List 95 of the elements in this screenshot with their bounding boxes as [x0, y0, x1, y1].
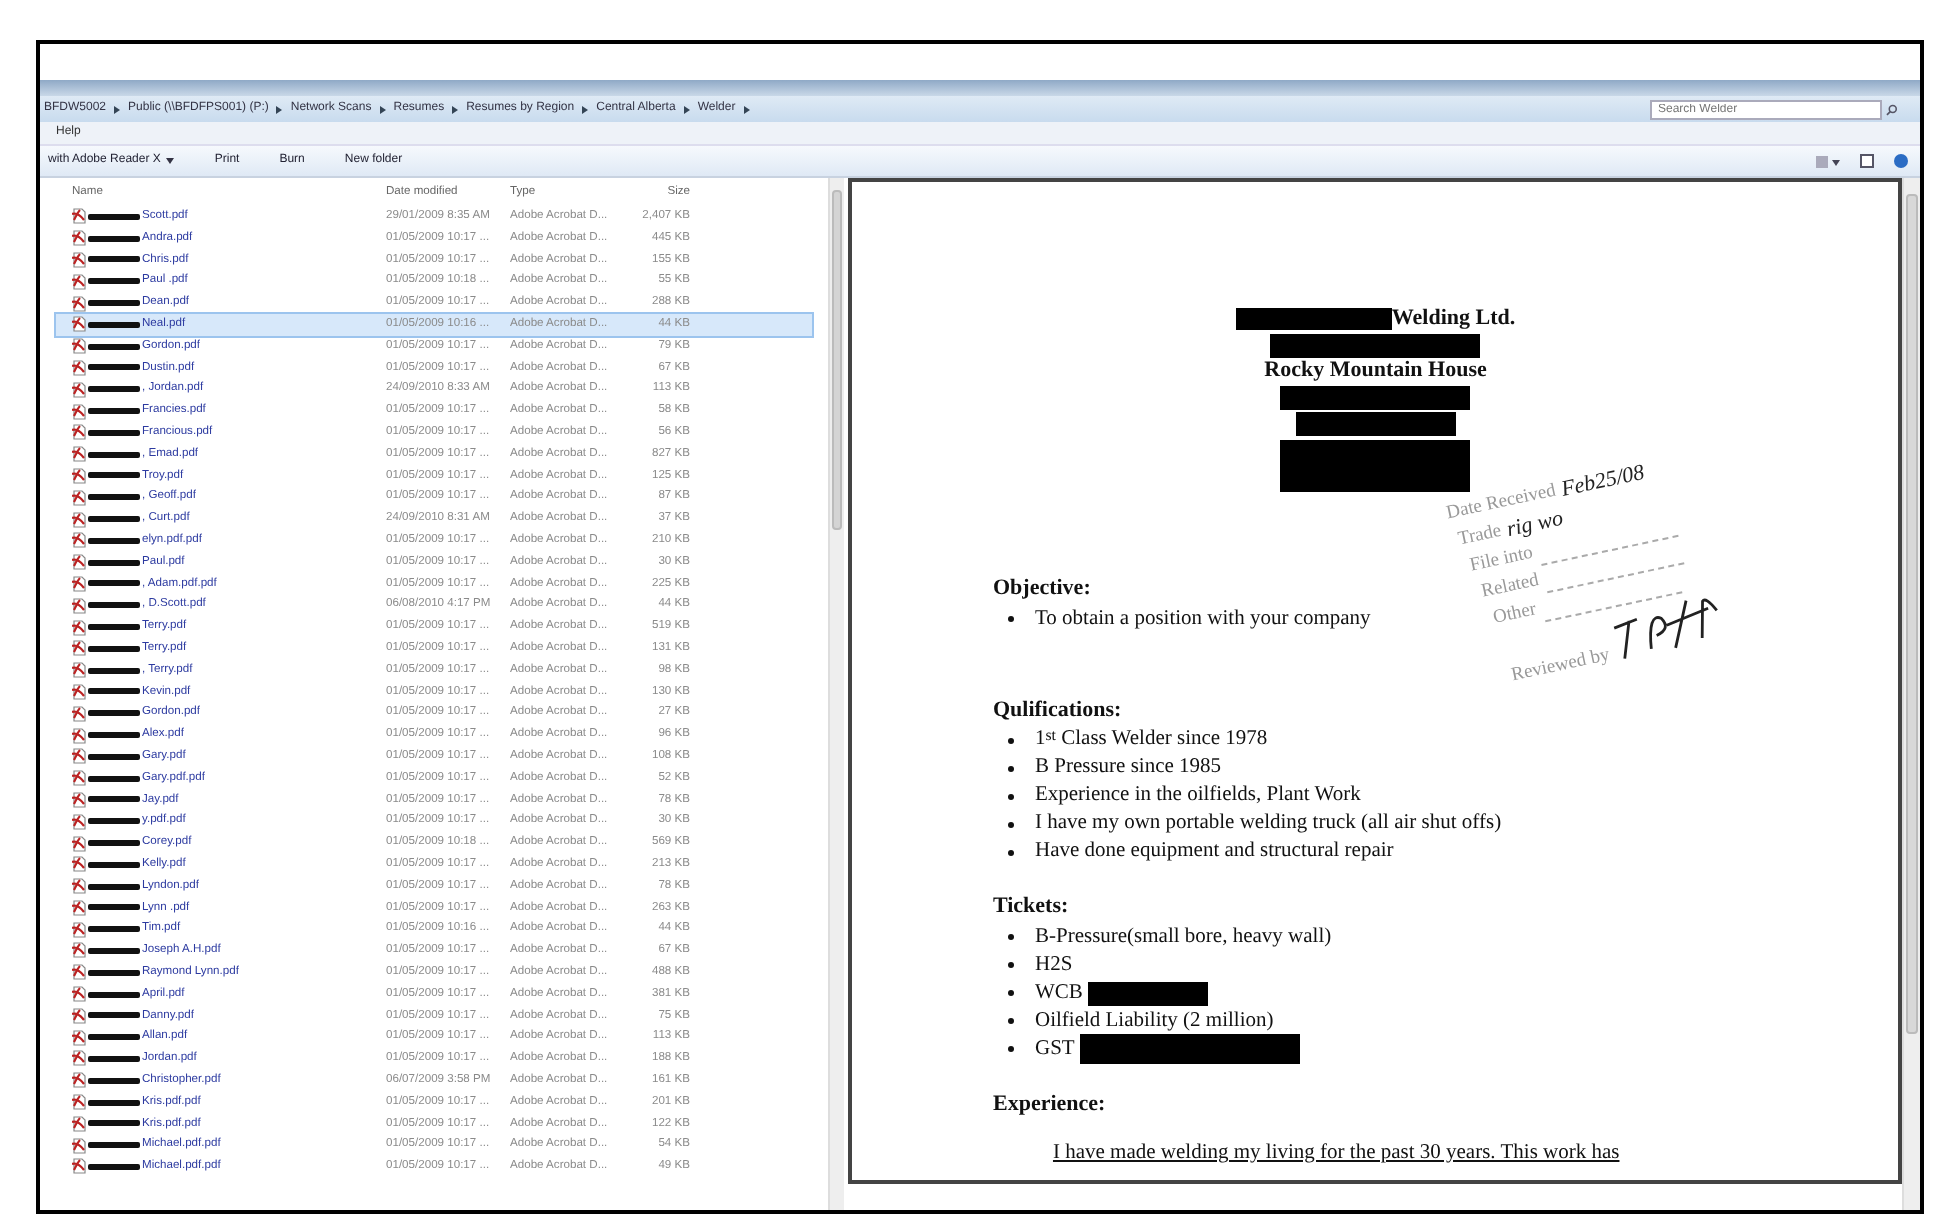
section-heading: Qulifications: [992, 695, 1122, 725]
bullet-item: Have done equipment and structural repair [1034, 838, 1394, 866]
pdf-icon [72, 1050, 86, 1067]
pdf-icon [72, 295, 86, 312]
pdf-icon [72, 489, 86, 506]
fill-in-line [1542, 534, 1680, 566]
pdf-icon [72, 446, 86, 463]
bullet-icon [1008, 990, 1015, 996]
pdf-icon [72, 986, 86, 1003]
pdf-icon [72, 921, 86, 938]
pdf-icon [72, 705, 86, 722]
stamp-label: Reviewed by [1510, 643, 1614, 691]
handwritten-entry: Feb25/08 [1559, 458, 1649, 504]
bullet-item: H2S [1034, 951, 1073, 979]
help-icon[interactable] [1894, 154, 1908, 168]
chevron-icon [114, 105, 121, 113]
bullet-item: 1$^{st}$ Class Welder since 1978 [1034, 726, 1268, 754]
bullet-item: B-Pressure(small bore, heavy wall) [1034, 923, 1332, 951]
bullet-item: GST [1034, 1035, 1075, 1063]
pdf-icon [72, 554, 86, 571]
bullet-icon [1008, 934, 1015, 940]
scroll-thumb[interactable] [831, 190, 843, 530]
section-heading: Objective: [992, 574, 1091, 604]
pdf-icon [72, 662, 86, 679]
scrollbar[interactable] [827, 178, 845, 1210]
pdf-icon [72, 770, 86, 787]
bullet-item: Experience in the oilfields, Plant Work [1034, 782, 1361, 810]
pdf-icon [72, 1094, 86, 1111]
pdf-icon [72, 619, 86, 636]
preview-pane-icon[interactable] [1860, 154, 1874, 168]
pdf-icon [72, 683, 86, 700]
scrollbar[interactable] [1902, 178, 1920, 1210]
pdf-icon [72, 813, 86, 830]
pdf-icon [72, 942, 86, 959]
pdf-icon [72, 424, 86, 441]
pdf-icon [72, 727, 86, 744]
handwritten-entry: rig wo [1505, 506, 1567, 544]
pdf-icon [72, 381, 86, 398]
bullet-icon [1008, 793, 1015, 799]
pdf-icon [72, 835, 86, 851]
pdf-icon [72, 230, 86, 247]
pdf-icon [72, 208, 86, 225]
bullet-icon [1008, 737, 1015, 743]
bullet-icon [1008, 1018, 1015, 1024]
pdf-icon [72, 467, 86, 484]
chevron-icon [683, 105, 690, 113]
pdf-icon [72, 1007, 86, 1024]
pdf-icon [72, 1137, 86, 1154]
bullet-icon [1008, 962, 1015, 968]
fill-in-line [1545, 591, 1683, 623]
bullet-icon [1008, 821, 1015, 827]
fill-in-line [1548, 562, 1686, 594]
pdf-icon [72, 532, 86, 549]
pdf-icon [72, 748, 86, 765]
pdf-icon [72, 511, 86, 528]
bullet-icon [1008, 765, 1015, 771]
bullet-item: B Pressure since 1985 [1034, 754, 1222, 782]
bullet-icon [1008, 1046, 1015, 1052]
section-heading: Tickets: [992, 892, 1069, 922]
pdf-icon [72, 964, 86, 981]
pdf-icon [72, 878, 86, 895]
paragraph: I have made welding my living for the past 30 years. This work has [1052, 1140, 1620, 1166]
bullet-item: WCB [1034, 979, 1083, 1007]
chevron-icon [276, 105, 283, 113]
pdf-icon [72, 1029, 86, 1046]
chevron-icon [582, 105, 589, 113]
scroll-thumb[interactable] [1906, 194, 1919, 1034]
company-town: Rocky Mountain House [1264, 358, 1487, 384]
pdf-icon [72, 575, 86, 592]
pdf-icon [72, 791, 86, 808]
pdf-icon [72, 403, 86, 420]
search-icon [1886, 103, 1898, 115]
bullet-item: To obtain a position with your company [1034, 605, 1371, 633]
bullet-item: Oilfield Liability (2 million) [1034, 1007, 1274, 1035]
chevron-icon [379, 105, 386, 113]
pdf-icon [72, 597, 86, 614]
chevron-icon [743, 105, 750, 113]
bullet-icon [1008, 849, 1015, 855]
pdf-icon [72, 1115, 86, 1132]
pdf-icon [72, 359, 86, 376]
pdf-icon [72, 640, 86, 657]
pdf-icon [72, 251, 86, 268]
chevron-icon [452, 105, 459, 113]
view-icon[interactable] [1816, 155, 1840, 167]
company-name: Welding Ltd. [1391, 306, 1516, 332]
pdf-icon [72, 1072, 86, 1089]
pdf-icon [72, 856, 86, 873]
pdf-icon [72, 1158, 86, 1175]
pdf-icon [72, 273, 86, 290]
section-heading: Experience: [992, 1089, 1106, 1119]
pdf-icon [72, 338, 86, 355]
bullet-icon [1008, 616, 1015, 622]
pdf-icon [72, 316, 86, 333]
pdf-icon [72, 899, 86, 916]
bullet-item: I have my own portable welding truck (all air shut offs) [1034, 810, 1502, 838]
